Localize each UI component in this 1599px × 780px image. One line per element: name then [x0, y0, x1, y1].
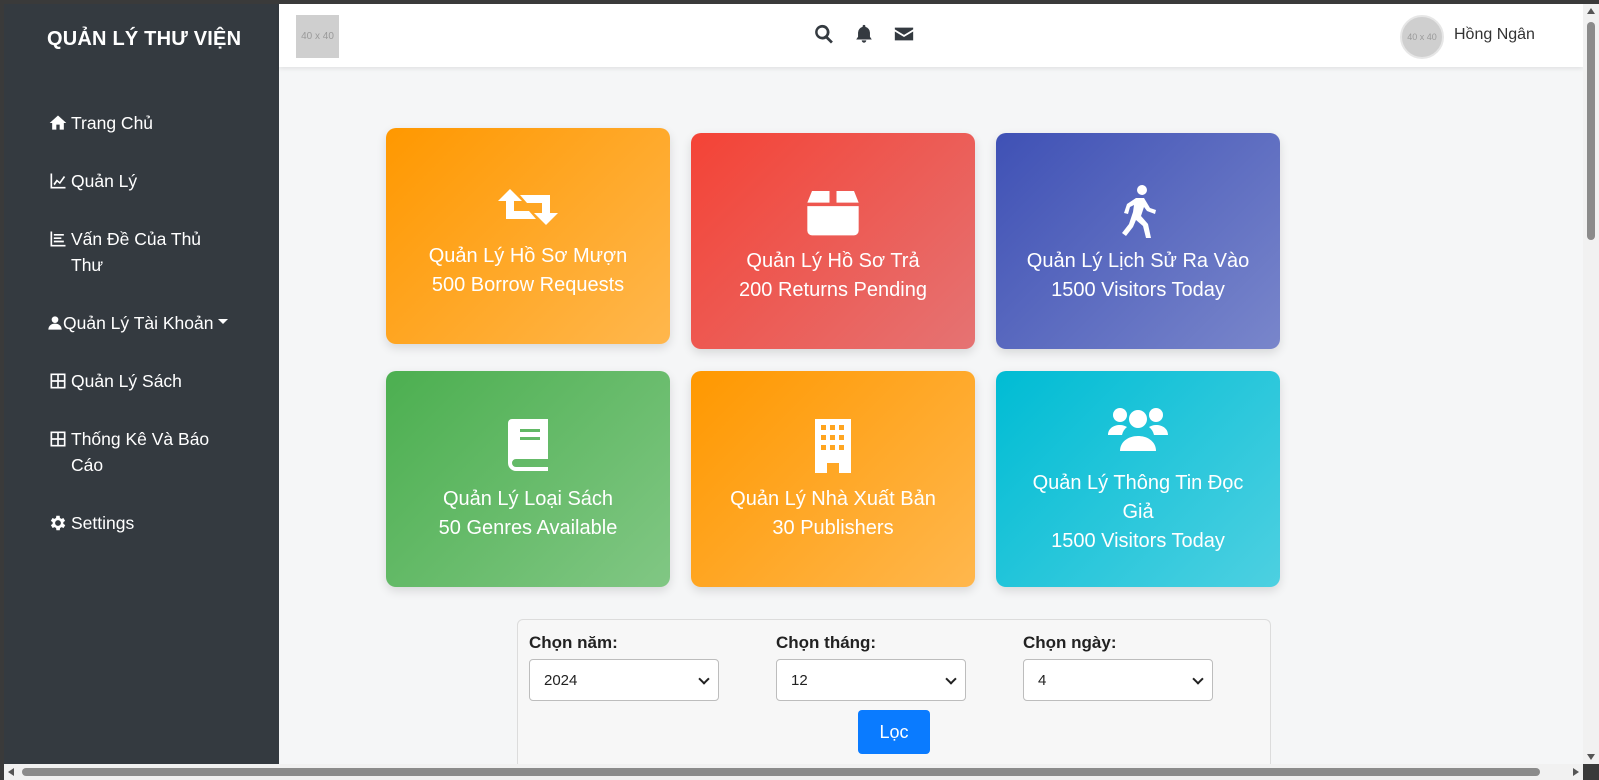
vertical-scroll-thumb[interactable]: [1587, 22, 1595, 240]
day-select-value: 4: [1038, 671, 1047, 689]
sidebar-nav: Trang Chủ Quản Lý Vấn Đề Của Thủ Thư Quả…: [47, 110, 237, 568]
chart-line-icon: [47, 170, 69, 192]
home-icon: [47, 112, 69, 134]
sidebar-item-label: Thống Kê Và Báo Cáo: [71, 429, 210, 475]
scroll-down-icon[interactable]: [1587, 754, 1595, 760]
filter-button[interactable]: Lọc: [858, 710, 930, 754]
sidebar: QUẢN LÝ THƯ VIỆN Trang Chủ Quản Lý Vấn Đ…: [4, 4, 279, 764]
card-subtitle: 1500 Visitors Today: [1051, 279, 1225, 301]
year-select-value: 2024: [544, 671, 578, 689]
building-icon: [798, 414, 868, 476]
year-label: Chọn năm:: [529, 633, 618, 652]
month-select-value: 12: [791, 671, 808, 689]
list-icon: [47, 228, 69, 250]
sidebar-item-thong-ke-bao-cao[interactable]: Thống Kê Và Báo Cáo: [47, 426, 237, 478]
horizontal-scrollbar[interactable]: [4, 764, 1583, 780]
vertical-scrollbar[interactable]: [1583, 4, 1599, 764]
card-reader-info[interactable]: Quản Lý Thông Tin Đọc Giả 1500 Visitors …: [996, 371, 1280, 587]
sidebar-item-quan-ly[interactable]: Quản Lý: [47, 168, 237, 194]
card-book-genres[interactable]: Quản Lý Loại Sách 50 Genres Available: [386, 371, 670, 587]
card-subtitle: 500 Borrow Requests: [431, 274, 625, 296]
chevron-down-icon: [945, 673, 957, 685]
users-icon: [1103, 398, 1173, 460]
book-icon: [493, 414, 563, 476]
sidebar-item-quan-ly-sach[interactable]: Quản Lý Sách: [47, 368, 237, 394]
card-entry-history[interactable]: Quản Lý Lịch Sử Ra Vào 1500 Visitors Tod…: [996, 133, 1280, 349]
sidebar-item-label: Quản Lý: [71, 171, 138, 191]
username[interactable]: Hồng Ngân: [1454, 26, 1535, 44]
month-select[interactable]: 12: [776, 659, 966, 701]
year-select[interactable]: 2024: [529, 659, 719, 701]
card-title: Quản Lý Thông Tin Đọc Giả: [1032, 472, 1244, 523]
month-filter-group: Chọn tháng: 12: [776, 633, 966, 701]
chevron-down-icon: [218, 319, 229, 324]
logo-placeholder: 40 x 40: [296, 15, 339, 58]
app-window: QUẢN LÝ THƯ VIỆN Trang Chủ Quản Lý Vấn Đ…: [4, 4, 1583, 764]
date-filter-panel: Chọn năm: 2024 Chọn tháng: 12 Chọn ngày:…: [517, 619, 1271, 764]
day-filter-group: Chọn ngày: 4: [1023, 633, 1213, 701]
sidebar-item-label: Vấn Đề Của Thủ Thư: [71, 229, 202, 275]
topbar-icons: [812, 22, 916, 46]
walking-icon: [1103, 181, 1173, 243]
card-title: Quản Lý Hồ Sơ Trả: [746, 250, 920, 272]
sidebar-item-van-de-thu-thu[interactable]: Vấn Đề Của Thủ Thư: [47, 226, 237, 278]
sidebar-item-label: Quản Lý Sách: [71, 371, 182, 391]
horizontal-scroll-thumb[interactable]: [22, 768, 1540, 776]
card-subtitle: 50 Genres Available: [438, 517, 618, 539]
card-title: Quản Lý Lịch Sử Ra Vào: [1026, 250, 1250, 272]
topbar: 40 x 40 40 x 40 Hồng Ngân: [279, 4, 1583, 67]
bell-icon[interactable]: [852, 22, 876, 46]
chevron-down-icon: [1192, 673, 1204, 685]
user-icon: [47, 312, 63, 334]
table-icon: [47, 370, 69, 392]
avatar[interactable]: 40 x 40: [1400, 15, 1444, 59]
card-borrow-records[interactable]: Quản Lý Hồ Sơ Mượn 500 Borrow Requests: [386, 128, 670, 344]
card-title: Quản Lý Nhà Xuất Bản: [730, 488, 936, 510]
table-icon: [47, 428, 69, 450]
card-subtitle: 1500 Visitors Today: [1051, 530, 1225, 552]
scroll-left-icon[interactable]: [8, 768, 14, 776]
sidebar-item-label: Quản Lý Tài Khoản: [63, 313, 214, 333]
gear-icon: [47, 512, 69, 534]
sidebar-item-label: Trang Chủ: [71, 113, 154, 133]
search-icon[interactable]: [812, 22, 836, 46]
card-title: Quản Lý Hồ Sơ Mượn: [428, 245, 628, 267]
card-return-records[interactable]: Quản Lý Hồ Sơ Trả 200 Returns Pending: [691, 133, 975, 349]
card-title: Quản Lý Loại Sách: [442, 488, 614, 510]
day-label: Chọn ngày:: [1023, 633, 1117, 652]
sidebar-item-quan-ly-tai-khoan[interactable]: Quản Lý Tài Khoản: [47, 310, 237, 336]
sidebar-item-settings[interactable]: Settings: [47, 510, 237, 536]
brand-title: QUẢN LÝ THƯ VIỆN: [47, 28, 242, 50]
sidebar-item-label: Settings: [71, 513, 135, 533]
scroll-up-icon[interactable]: [1587, 8, 1595, 14]
card-subtitle: 30 Publishers: [772, 517, 894, 539]
card-publishers[interactable]: Quản Lý Nhà Xuất Bản 30 Publishers: [691, 371, 975, 587]
day-select[interactable]: 4: [1023, 659, 1213, 701]
month-label: Chọn tháng:: [776, 633, 877, 652]
retweet-icon: [493, 176, 563, 238]
scroll-right-icon[interactable]: [1573, 768, 1579, 776]
envelope-icon[interactable]: [892, 22, 916, 46]
sidebar-item-trang-chu[interactable]: Trang Chủ: [47, 110, 237, 136]
year-filter-group: Chọn năm: 2024: [529, 633, 719, 701]
box-icon: [798, 181, 868, 243]
chevron-down-icon: [698, 673, 710, 685]
card-subtitle: 200 Returns Pending: [739, 279, 927, 301]
